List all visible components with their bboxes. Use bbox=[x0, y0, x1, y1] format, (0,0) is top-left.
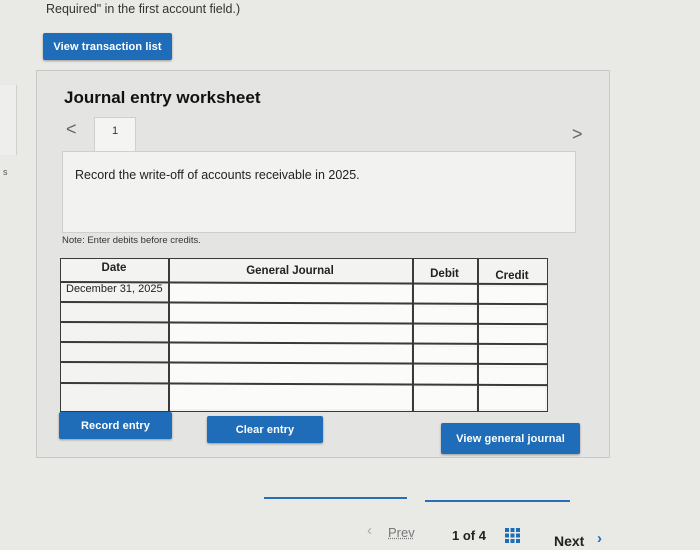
account-input-row-1[interactable] bbox=[170, 283, 411, 303]
page-indicator: 1 of 4 bbox=[452, 528, 486, 543]
chevron-right-icon[interactable]: › bbox=[597, 530, 602, 547]
instruction-note: Required" in the first account field.) bbox=[46, 2, 241, 16]
chevron-right-icon[interactable]: > bbox=[572, 124, 583, 145]
entry-tab-1[interactable]: 1 bbox=[94, 117, 136, 152]
column-divider bbox=[477, 258, 479, 411]
debits-note: Note: Enter debits before credits. bbox=[62, 235, 201, 246]
account-input-row-4[interactable] bbox=[170, 344, 411, 363]
header-credit: Credit bbox=[495, 270, 529, 282]
column-divider bbox=[412, 258, 414, 411]
account-input-row-6[interactable] bbox=[170, 384, 411, 409]
header-debit: Debit bbox=[430, 268, 459, 280]
chevron-left-icon[interactable]: ‹ bbox=[367, 522, 372, 539]
chevron-left-icon[interactable]: < bbox=[66, 119, 77, 140]
account-input-row-2[interactable] bbox=[170, 304, 411, 323]
record-entry-button[interactable]: Record entry bbox=[59, 412, 172, 439]
left-panel-edge bbox=[0, 85, 17, 155]
entry-description: Record the write-off of accounts receiva… bbox=[75, 168, 360, 182]
pager-divider-left bbox=[264, 497, 407, 499]
credit-input-row-6[interactable] bbox=[479, 388, 545, 409]
clear-entry-button[interactable]: Clear entry bbox=[207, 416, 323, 443]
account-input-row-3[interactable] bbox=[170, 324, 411, 343]
header-general-journal: General Journal bbox=[246, 265, 334, 277]
grid-icon[interactable] bbox=[505, 528, 520, 543]
header-date: Date bbox=[101, 262, 127, 274]
date-cell-row-1: December 31, 2025 bbox=[66, 283, 163, 295]
entry-description-box bbox=[62, 151, 576, 233]
view-general-journal-button[interactable]: View general journal bbox=[441, 423, 580, 454]
pager-divider-right bbox=[425, 500, 570, 502]
next-button[interactable]: Next bbox=[554, 533, 584, 549]
prev-button[interactable]: Prev bbox=[388, 525, 415, 540]
left-edge-glyph: s bbox=[3, 167, 8, 177]
view-transaction-list-button[interactable]: View transaction list bbox=[43, 33, 172, 60]
debit-input-row-6[interactable] bbox=[414, 387, 476, 409]
worksheet-title: Journal entry worksheet bbox=[64, 88, 261, 107]
account-input-row-5[interactable] bbox=[170, 364, 411, 383]
